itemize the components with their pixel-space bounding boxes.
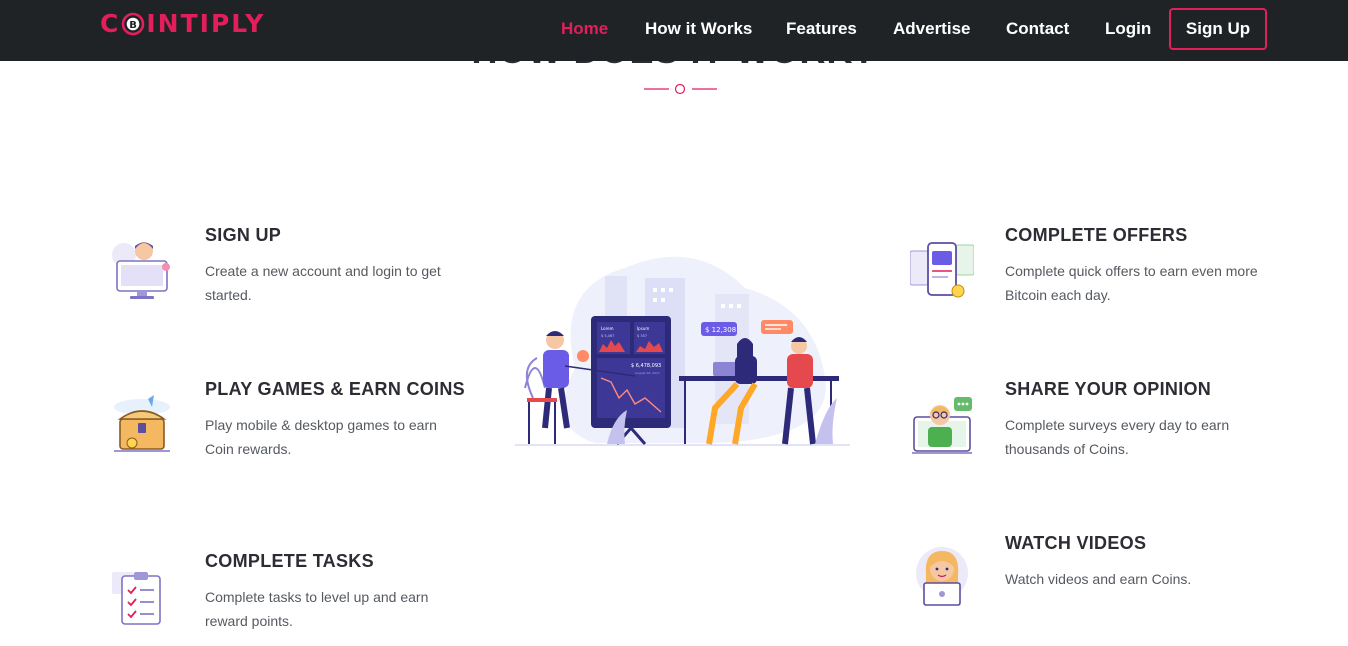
bitcoin-coin-icon: B [122,12,145,36]
nav-home[interactable]: Home [561,19,608,39]
feature-play-games: PLAY GAMES & EARN COINS Play mobile & de… [205,379,465,461]
treasure-chest-icon [114,395,170,452]
feature-description: Watch videos and earn Coins. [1005,571,1192,587]
title-divider-icon [644,83,717,95]
cointiply-logo[interactable]: C B INTIPLY [100,10,265,38]
nav-advertise[interactable]: Advertise [893,19,970,39]
nav-features[interactable]: Features [786,19,857,39]
signup-button[interactable]: Sign Up [1169,8,1267,50]
panel-b-label: Ipsum [637,326,649,331]
feature-sign-up: SIGN UP Create a new account and login t… [205,225,465,307]
logo-prefix: C [100,9,121,38]
feature-title: PLAY GAMES & EARN COINS [205,379,465,399]
feature-description: Create a new account and login to get st… [205,263,441,303]
feature-title: SIGN UP [205,225,282,245]
woman-laptop-icon [916,547,968,606]
feature-description: Complete surveys every day to earn thous… [1005,417,1230,457]
feature-watch-videos: WATCH VIDEOS Watch videos and earn Coins… [1005,533,1265,591]
logo-suffix: INTIPLY [146,9,266,38]
svg-text:B: B [130,20,138,31]
feature-title: WATCH VIDEOS [1005,533,1147,553]
person-at-computer-icon [112,242,170,299]
panel-b-value: $ 357 [637,334,647,338]
feature-description: Complete tasks to level up and earn rewa… [205,589,429,629]
feature-description: Complete quick offers to earn even more … [1005,263,1258,303]
feature-complete-tasks: COMPLETE TASKS Complete tasks to level u… [205,551,465,633]
feature-title: SHARE YOUR OPINION [1005,379,1212,399]
panel-a-label: Lorem [601,326,614,331]
chart-caption: August 16, 2017 [635,371,660,375]
top-navbar: C B INTIPLY Home How it Works Features A… [0,0,1348,61]
phone-offers-icon [910,242,974,298]
feature-title: COMPLETE OFFERS [1005,225,1188,245]
panel-a-value: $ 5,467 [601,334,614,338]
feature-share-opinion: SHARE YOUR OPINION Complete surveys ever… [1005,379,1265,461]
chart-value: $ 6,478,093 [631,363,661,369]
price-badge: $ 12,308 [705,326,736,334]
clipboard-checklist-icon [112,572,161,625]
feature-description: Play mobile & desktop games to earn Coin… [205,417,437,457]
feature-complete-offers: COMPLETE OFFERS Complete quick offers to… [1005,225,1265,307]
feature-title: COMPLETE TASKS [205,551,374,571]
survey-chat-icon [912,397,972,454]
nav-how-it-works[interactable]: How it Works [645,19,752,39]
nav-contact[interactable]: Contact [1006,19,1069,39]
nav-login[interactable]: Login [1105,19,1151,39]
team-dashboard-illustration: Lorem Ipsum $ 5,467 $ 357 $ 6,478,093 Au… [515,256,850,446]
